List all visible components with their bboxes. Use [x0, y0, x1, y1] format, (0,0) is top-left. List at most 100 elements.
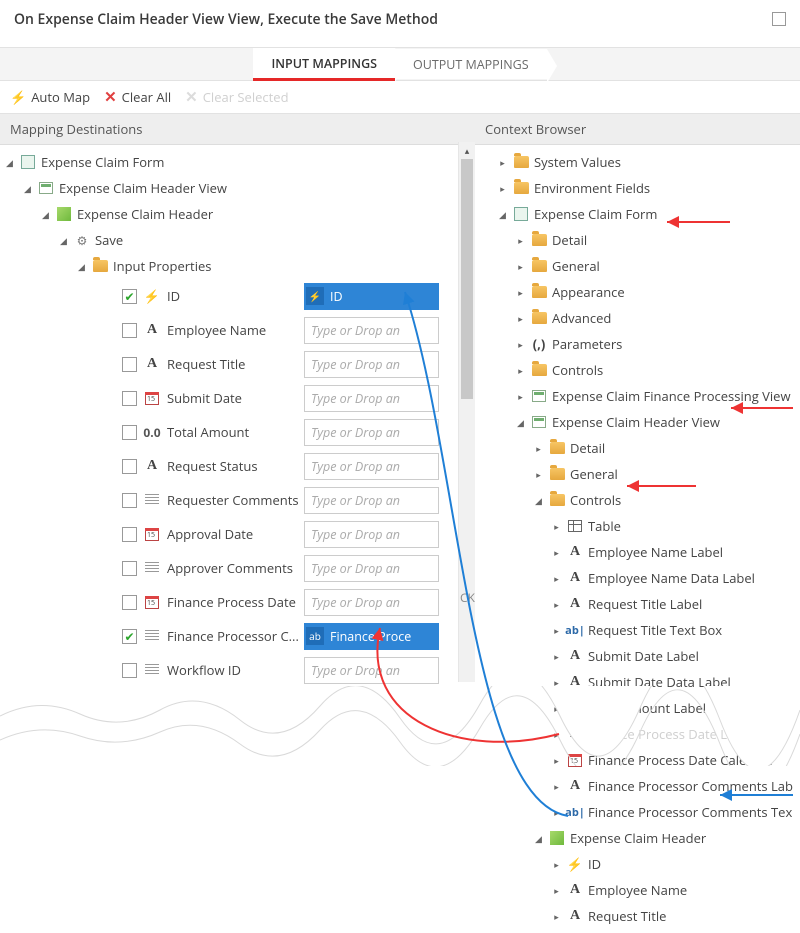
- collapse-icon[interactable]: ◢: [58, 234, 69, 247]
- collapse-icon[interactable]: ◢: [497, 208, 508, 221]
- mapping-drop[interactable]: abFinance Proce: [304, 623, 439, 650]
- collapse-icon[interactable]: ◢: [4, 156, 15, 169]
- expand-icon[interactable]: ▸: [551, 572, 562, 585]
- tree-node-view[interactable]: ◢ Expense Claim Header View: [4, 175, 475, 201]
- expand-icon[interactable]: ▸: [551, 676, 562, 689]
- mapping-drop[interactable]: Type or Drop an: [304, 487, 439, 514]
- ctx-environment-fields[interactable]: ▸ Environment Fields: [479, 175, 800, 201]
- property-checkbox[interactable]: [122, 357, 137, 372]
- property-checkbox[interactable]: [122, 595, 137, 610]
- collapse-icon[interactable]: ◢: [40, 208, 51, 221]
- automap-button[interactable]: ⚡ Auto Map: [10, 88, 90, 106]
- property-checkbox[interactable]: [122, 663, 137, 678]
- mapping-drop[interactable]: Type or Drop an: [304, 589, 439, 616]
- tree-node-smartobject[interactable]: ◢ Expense Claim Header: [4, 201, 475, 227]
- ctx-folder-detail[interactable]: ▸ Detail: [479, 227, 800, 253]
- ctx-form[interactable]: ◢ Expense Claim Form: [479, 201, 800, 227]
- expand-icon[interactable]: ▸: [515, 338, 526, 351]
- expand-icon[interactable]: ▸: [497, 182, 508, 195]
- expand-icon[interactable]: ▸: [533, 442, 544, 455]
- ctx-control-item[interactable]: ▸ Table: [479, 513, 800, 539]
- tab-output-mappings[interactable]: OUTPUT MAPPINGS: [395, 49, 547, 79]
- expand-icon[interactable]: ▸: [515, 286, 526, 299]
- property-checkbox[interactable]: [122, 425, 137, 440]
- mapping-drop[interactable]: Type or Drop an: [304, 351, 439, 378]
- ctx-parameters[interactable]: ▸ (,) Parameters: [479, 331, 800, 357]
- ctx-folder-general[interactable]: ▸ General: [479, 253, 800, 279]
- ctx-control-item[interactable]: ▸ A Total Amount Label: [479, 695, 800, 721]
- ctx-folder-general[interactable]: ▸ General: [479, 461, 800, 487]
- mapping-drop[interactable]: Type or Drop an: [304, 419, 439, 446]
- collapse-icon[interactable]: ◢: [22, 182, 33, 195]
- ctx-control-item[interactable]: ▸ Finance Process Date Calendar: [479, 747, 800, 773]
- scroll-thumb[interactable]: [461, 159, 473, 399]
- ctx-controls[interactable]: ◢ Controls: [479, 487, 800, 513]
- mapping-drop[interactable]: Type or Drop an: [304, 317, 439, 344]
- expand-icon[interactable]: ▸: [515, 390, 526, 403]
- mapping-drop[interactable]: Type or Drop an: [304, 453, 439, 480]
- tree-node-method[interactable]: ◢ ⚙ Save: [4, 227, 475, 253]
- ctx-folder-detail[interactable]: ▸ Detail: [479, 435, 800, 461]
- mapping-drop[interactable]: Type or Drop an: [304, 555, 439, 582]
- ctx-finance-view[interactable]: ▸ Expense Claim Finance Processing View: [479, 383, 800, 409]
- property-checkbox[interactable]: [122, 561, 137, 576]
- expand-icon[interactable]: ▸: [515, 234, 526, 247]
- mapping-drop[interactable]: Type or Drop an: [304, 521, 439, 548]
- ctx-smartobject[interactable]: ◢ Expense Claim Header: [479, 825, 800, 851]
- ctx-control-item[interactable]: ▸ A Request Title Label: [479, 591, 800, 617]
- mapping-drop[interactable]: Type or Drop an: [304, 385, 439, 412]
- expand-icon[interactable]: ▸: [497, 156, 508, 169]
- expand-icon[interactable]: ▸: [551, 910, 562, 923]
- expand-icon[interactable]: ▸: [515, 312, 526, 325]
- ctx-folder-advanced[interactable]: ▸ Advanced: [479, 305, 800, 331]
- collapse-icon[interactable]: ◢: [76, 260, 87, 273]
- ctx-so-field[interactable]: ▸ A Request Title: [479, 903, 800, 929]
- property-checkbox[interactable]: ✔: [122, 289, 137, 304]
- ctx-control-item[interactable]: ▸ ab| Request Title Text Box: [479, 617, 800, 643]
- ctx-header-view[interactable]: ◢ Expense Claim Header View: [479, 409, 800, 435]
- ctx-control-item[interactable]: ▸ A Submit Date Data Label: [479, 669, 800, 695]
- expand-icon[interactable]: ▸: [551, 858, 562, 871]
- ctx-system-values[interactable]: ▸ System Values: [479, 149, 800, 175]
- expand-icon[interactable]: ▸: [551, 520, 562, 533]
- collapse-icon[interactable]: ◢: [533, 494, 544, 507]
- collapse-icon[interactable]: ◢: [533, 832, 544, 845]
- mapping-drop[interactable]: ⚡ID: [304, 283, 439, 310]
- expand-icon[interactable]: ▸: [551, 624, 562, 637]
- expand-icon[interactable]: ▸: [515, 364, 526, 377]
- expand-icon[interactable]: ▸: [533, 468, 544, 481]
- expand-icon[interactable]: ▸: [551, 650, 562, 663]
- expand-icon[interactable]: ▸: [551, 728, 562, 741]
- expand-icon[interactable]: ▸: [551, 806, 562, 819]
- ctx-controls-top[interactable]: ▸ Controls: [479, 357, 800, 383]
- ctx-control-item[interactable]: ▸ ab| Finance Processor Comments Tex: [479, 799, 800, 825]
- scroll-up-icon[interactable]: ▴: [459, 142, 475, 159]
- property-checkbox[interactable]: [122, 527, 137, 542]
- ctx-so-field[interactable]: ▸ A Employee Name: [479, 877, 800, 903]
- expand-icon[interactable]: ▸: [551, 884, 562, 897]
- expand-icon[interactable]: ▸: [551, 780, 562, 793]
- expand-icon[interactable]: ▸: [551, 598, 562, 611]
- ctx-control-item[interactable]: ▸ A Submit Date Label: [479, 643, 800, 669]
- property-checkbox[interactable]: [122, 459, 137, 474]
- expand-icon[interactable]: ▸: [551, 754, 562, 767]
- property-checkbox[interactable]: [122, 391, 137, 406]
- tree-node-input-properties[interactable]: ◢ Input Properties: [4, 253, 475, 279]
- ctx-so-field[interactable]: ▸ ⚡ ID: [479, 851, 800, 877]
- ctx-control-item[interactable]: ▸ A Finance Process Date Label: [479, 721, 800, 747]
- expand-icon[interactable]: ▸: [551, 546, 562, 559]
- mapping-drop[interactable]: Type or Drop an: [304, 657, 439, 684]
- expand-icon[interactable]: ▸: [515, 260, 526, 273]
- ctx-control-item[interactable]: ▸ A Employee Name Label: [479, 539, 800, 565]
- expand-icon[interactable]: ▸: [551, 702, 562, 715]
- property-checkbox[interactable]: ✔: [122, 629, 137, 644]
- ctx-control-item[interactable]: ▸ A Finance Processor Comments Lab: [479, 773, 800, 799]
- property-checkbox[interactable]: [122, 493, 137, 508]
- ctx-folder-appearance[interactable]: ▸ Appearance: [479, 279, 800, 305]
- tab-input-mappings[interactable]: INPUT MAPPINGS: [253, 48, 395, 81]
- ctx-control-item[interactable]: ▸ A Employee Name Data Label: [479, 565, 800, 591]
- clear-all-button[interactable]: ✕ Clear All: [104, 87, 171, 107]
- collapse-icon[interactable]: ◢: [515, 416, 526, 429]
- tree-node-form[interactable]: ◢ Expense Claim Form: [4, 149, 475, 175]
- property-checkbox[interactable]: [122, 323, 137, 338]
